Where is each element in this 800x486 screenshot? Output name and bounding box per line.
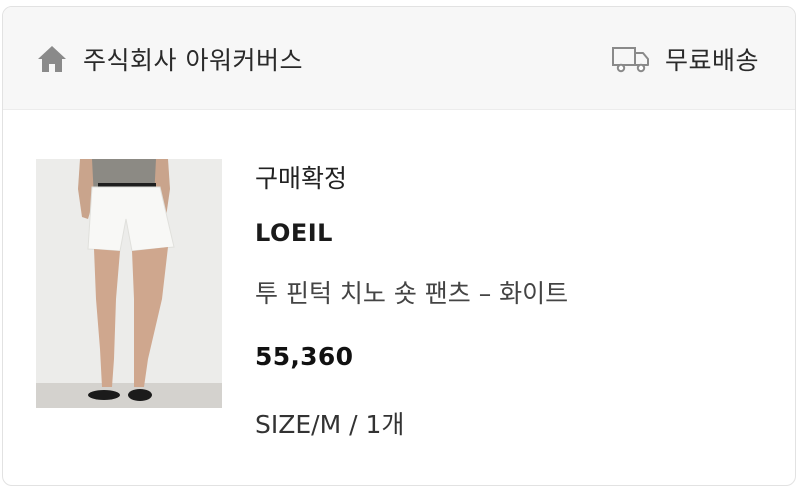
- order-card-header: 주식회사 아워커버스 무료배송: [3, 7, 795, 110]
- order-status: 구매확정: [255, 164, 348, 193]
- truck-icon: [611, 47, 649, 73]
- product-name[interactable]: 투 핀턱 치노 숏 팬츠 – 화이트: [255, 274, 568, 310]
- product-photo: [36, 159, 222, 408]
- product-thumbnail[interactable]: [36, 159, 222, 408]
- product-price: 55,360: [255, 342, 354, 371]
- brand-name[interactable]: LOEIL: [255, 219, 333, 247]
- product-option: SIZE/M / 1개: [255, 410, 405, 439]
- shipping-label: 무료배송: [664, 46, 759, 75]
- seller-name: 주식회사 아워커버스: [83, 46, 303, 75]
- order-card: 주식회사 아워커버스 무료배송 구매확정 LOEIL 투 핀턱 치노 숏 팬츠 …: [2, 6, 796, 486]
- home-icon: [38, 46, 66, 72]
- shipping-info: 무료배송: [611, 37, 759, 81]
- seller-link[interactable]: 주식회사 아워커버스: [35, 37, 303, 81]
